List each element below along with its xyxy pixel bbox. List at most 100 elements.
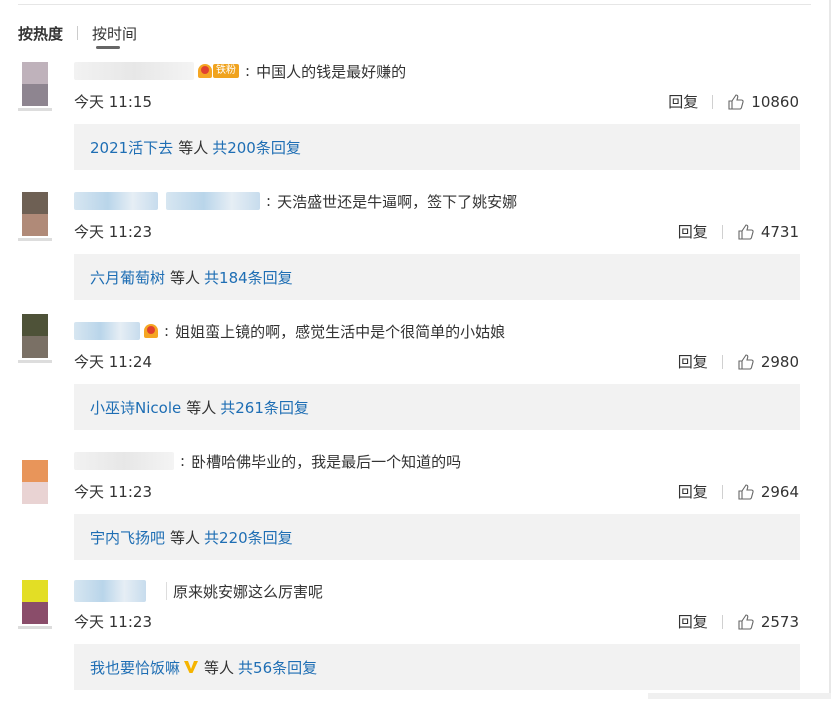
vip-v-icon: [184, 661, 199, 673]
sort-by-time-tab[interactable]: 按时间: [92, 23, 137, 44]
reply-count-link[interactable]: 共220条回复: [204, 527, 293, 548]
fan-badge-icon: 铁粉: [198, 63, 239, 79]
blurred-username[interactable]: [74, 192, 158, 210]
comment-actions: 回复 2573: [678, 611, 799, 632]
comment-item: : 卧槽哈佛毕业的，我是最后一个知道的吗 今天 11:23 回复 2964 宇内…: [0, 448, 831, 578]
thumbs-up-icon[interactable]: [737, 483, 755, 501]
reply-user-link[interactable]: 六月葡萄树: [90, 267, 165, 288]
avatar[interactable]: [22, 192, 48, 236]
comment-line: 铁粉 : 中国人的钱是最好赚的: [74, 60, 406, 82]
thumbs-up-icon[interactable]: [727, 93, 745, 111]
thumbs-up-icon[interactable]: [737, 613, 755, 631]
avatar-top: [22, 62, 48, 84]
comment-actions: 回复 2964: [678, 481, 799, 502]
avatar-top: [22, 580, 48, 602]
like-count: 4731: [760, 222, 799, 241]
reply-button[interactable]: 回复: [678, 221, 708, 242]
sort-by-hot-tab[interactable]: 按热度: [18, 23, 63, 44]
comment-text: 姐姐蛮上镜的啊，感觉生活中是个很简单的小姑娘: [175, 322, 506, 341]
avatar[interactable]: [22, 580, 48, 624]
colon: :: [164, 322, 170, 340]
fan-badge-icon: [144, 323, 158, 339]
like-count: 2980: [760, 352, 799, 371]
comment-line: : 天浩盛世还是牛逼啊，签下了姚安娜: [74, 190, 517, 212]
reply-button[interactable]: 回复: [678, 351, 708, 372]
sub-replies-box[interactable]: 2021活下去 等人 共200条回复: [74, 124, 800, 170]
reply-user-link[interactable]: 小巫诗Nicole: [90, 397, 181, 418]
comment-line: : 姐姐蛮上镜的啊，感觉生活中是个很简单的小姑娘: [74, 320, 505, 342]
sub-replies-box[interactable]: 六月葡萄树 等人 共184条回复: [74, 254, 800, 300]
bottom-edge: [648, 693, 831, 699]
comment-time: 今天 11:23: [74, 613, 152, 631]
reply-etc: 等人: [170, 528, 201, 547]
colon: :: [266, 192, 272, 210]
reply-button[interactable]: 回复: [668, 91, 698, 112]
avatar-top: [22, 460, 48, 482]
avatar-bottom: [22, 482, 48, 504]
comment-time: 今天 11:23: [74, 223, 152, 241]
thumbs-up-icon[interactable]: [737, 223, 755, 241]
comment-line: 原来姚安娜这么厉害呢: [74, 580, 323, 602]
reply-count-link[interactable]: 共184条回复: [204, 267, 293, 288]
avatar[interactable]: [22, 314, 48, 358]
thumbs-up-icon[interactable]: [737, 353, 755, 371]
action-divider: [721, 354, 723, 369]
avatar-bottom: [22, 336, 48, 358]
comment-item: 原来姚安娜这么厉害呢 今天 11:23 回复 2573 我也要恰饭嘛 等人 共5…: [0, 578, 831, 708]
blurred-username[interactable]: [74, 452, 174, 470]
avatar-top: [22, 192, 48, 214]
blurred-username[interactable]: [74, 62, 194, 80]
sub-replies-box[interactable]: 我也要恰饭嘛 等人 共56条回复: [74, 644, 800, 690]
colon: :: [180, 452, 186, 470]
fan-hat-icon: [198, 64, 212, 78]
like-count: 2964: [760, 482, 799, 501]
avatar[interactable]: [22, 460, 48, 504]
reply-button[interactable]: 回复: [678, 611, 708, 632]
avatar-bottom: [22, 602, 48, 624]
colon: :: [245, 62, 251, 80]
reply-user-link[interactable]: 宇内飞扬吧: [90, 527, 165, 548]
sub-replies-box[interactable]: 宇内飞扬吧 等人 共220条回复: [74, 514, 800, 560]
reply-button[interactable]: 回复: [678, 481, 708, 502]
reply-count-link[interactable]: 共200条回复: [212, 137, 301, 158]
comment-time: 今天 11:15: [74, 93, 152, 111]
fan-hat-icon: [144, 324, 158, 338]
comment-line: : 卧槽哈佛毕业的，我是最后一个知道的吗: [74, 450, 461, 472]
action-divider: [721, 484, 723, 499]
comment-item: : 姐姐蛮上镜的啊，感觉生活中是个很简单的小姑娘 今天 11:24 回复 298…: [0, 314, 831, 448]
like-count: 2573: [760, 612, 799, 631]
comment-text: 卧槽哈佛毕业的，我是最后一个知道的吗: [191, 452, 462, 471]
comment-item: : 天浩盛世还是牛逼啊，签下了姚安娜 今天 11:23 回复 4731 六月葡萄…: [0, 188, 831, 318]
fan-badge-label: 铁粉: [213, 64, 239, 78]
blurred-username[interactable]: [74, 322, 140, 340]
reply-etc: 等人: [170, 268, 201, 287]
sort-separator: [77, 26, 79, 40]
comment-actions: 回复 4731: [678, 221, 799, 242]
avatar-bottom: [22, 84, 48, 106]
avatar-shadow: [18, 238, 52, 241]
avatar-shadow: [18, 626, 52, 629]
sub-replies-box[interactable]: 小巫诗Nicole 等人 共261条回复: [74, 384, 800, 430]
reply-count-link[interactable]: 共56条回复: [238, 657, 317, 678]
avatar-shadow: [18, 360, 52, 363]
comment-actions: 回复 2980: [678, 351, 799, 372]
action-divider: [721, 614, 723, 629]
avatar-top: [22, 314, 48, 336]
top-divider: [18, 4, 811, 5]
comment-text: 原来姚安娜这么厉害呢: [173, 582, 324, 601]
reply-count-link[interactable]: 共261条回复: [220, 397, 309, 418]
reply-user-link[interactable]: 我也要恰饭嘛: [90, 657, 180, 678]
avatar-bottom: [22, 214, 48, 236]
action-divider: [721, 224, 723, 239]
reply-user-link[interactable]: 2021活下去: [90, 137, 173, 158]
action-divider: [712, 94, 714, 109]
comment-text: 天浩盛世还是牛逼啊，签下了姚安娜: [277, 192, 518, 211]
blurred-username-part: [166, 192, 260, 210]
blurred-username[interactable]: [74, 580, 146, 602]
comment-item: 铁粉 : 中国人的钱是最好赚的 今天 11:15 回复 10860 2021活下…: [0, 58, 831, 188]
comment-time: 今天 11:24: [74, 353, 152, 371]
active-tab-indicator: [96, 46, 120, 49]
avatar[interactable]: [22, 62, 48, 106]
comment-text: 中国人的钱是最好赚的: [256, 62, 407, 81]
reply-etc: 等人: [178, 138, 209, 157]
